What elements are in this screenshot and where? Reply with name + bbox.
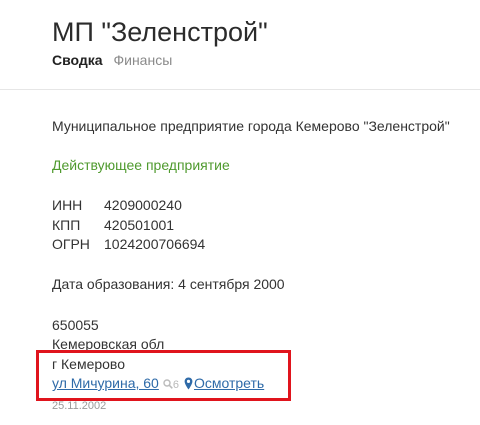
tab-summary[interactable]: Сводка [52,51,103,69]
kpp-row: КПП 420501001 [52,216,174,234]
inn-label: ИНН [52,197,83,213]
address-zip: 650055 [52,317,99,333]
company-status: Действующее предприятие [52,157,230,173]
address-date: 25.11.2002 [52,400,107,412]
page-title: МП "Зеленстрой" [52,17,268,47]
kpp-value: 420501001 [104,217,175,233]
tab-bar: Сводка Финансы [52,51,179,69]
inn-row: ИНН 4209000240 [52,196,182,214]
header-divider [0,89,480,90]
kpp-label: КПП [52,217,81,233]
tab-finances[interactable]: Финансы [113,51,172,69]
ogrn-row: ОГРН 1024200706694 [52,235,205,253]
ogrn-label: ОГРН [52,236,90,252]
annotation-highlight-box [36,350,291,401]
founded-date: Дата образования: 4 сентября 2000 [52,276,285,292]
inn-value: 4209000240 [104,197,182,213]
ogrn-value: 1024200706694 [104,236,206,252]
company-full-name: Муниципальное предприятие города Кемеров… [52,118,450,134]
